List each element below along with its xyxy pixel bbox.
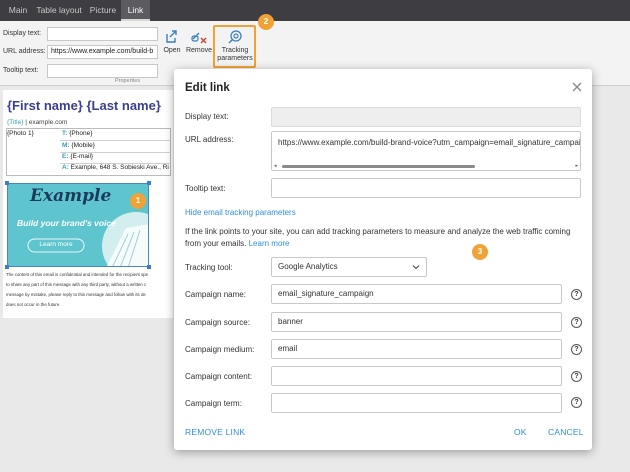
tracking-info-text: If the link points to your site, you can… — [185, 226, 581, 250]
signature-row-email[interactable]: E: {E-mail} — [62, 153, 93, 160]
disclaimer-line: The content of this email is confidentia… — [6, 272, 149, 277]
disclaimer-line: message by mistake, please reply to this… — [6, 292, 146, 297]
cancel-button[interactable]: CANCEL — [548, 427, 584, 437]
row-value: {Mobile} — [71, 142, 95, 149]
campaign-source-help-icon[interactable]: ? — [571, 317, 582, 328]
signature-title[interactable]: {Title} — [7, 119, 23, 126]
info-body: If the link points to your site, you can… — [185, 227, 571, 248]
tracking-tool-select[interactable]: Google Analytics — [271, 257, 427, 277]
hide-tracking-parameters-link[interactable]: Hide email tracking parameters — [185, 208, 296, 217]
ribbon-url-label: URL address: — [3, 48, 46, 55]
chevron-down-icon — [412, 265, 420, 270]
open-link-icon — [166, 30, 177, 43]
learn-more-link[interactable]: Learn more — [249, 239, 290, 248]
campaign-name-input[interactable]: email_signature_campaign — [271, 284, 562, 304]
signature-row-mobile[interactable]: M: {Mobile} — [62, 142, 95, 149]
dialog-title: Edit link — [185, 82, 230, 94]
tab-table-layout[interactable]: Table layout — [34, 0, 84, 21]
campaign-term-help-icon[interactable]: ? — [571, 397, 582, 408]
scrollbar-thumb[interactable] — [282, 165, 475, 168]
row-value: {E-mail} — [70, 153, 94, 160]
tracking-parameters-highlight — [213, 25, 256, 68]
callout-badge-1: 1 — [130, 193, 146, 209]
url-address-label: URL address: — [185, 135, 234, 144]
campaign-term-label: Campaign term: — [185, 399, 242, 408]
tab-picture[interactable]: Picture — [87, 0, 119, 21]
unlink-icon — [191, 32, 207, 44]
campaign-source-input[interactable]: banner — [271, 312, 562, 332]
campaign-medium-help-icon[interactable]: ? — [571, 344, 582, 355]
row-value: {Phone} — [69, 130, 93, 137]
disclaimer-line: to share any part of this message with a… — [6, 282, 147, 287]
disclaimer-line: does not occur in the future. — [6, 302, 61, 307]
scroll-left-arrow-icon[interactable]: ◂ — [274, 164, 277, 169]
signature-name[interactable]: {First name} {Last name} — [7, 98, 161, 113]
tracking-tool-value: Google Analytics — [278, 262, 338, 271]
signature-banner-image[interactable]: Example Build your brand's voice Learn m… — [7, 183, 149, 267]
remove-link-dialog-button[interactable]: REMOVE LINK — [185, 427, 245, 437]
signature-photo-placeholder[interactable]: {Photo 1} — [7, 130, 34, 137]
campaign-medium-input[interactable]: email — [271, 339, 562, 359]
callout-badge-2: 2 — [258, 14, 274, 30]
campaign-content-input[interactable] — [271, 366, 562, 386]
url-horizontal-scrollbar[interactable]: ◂ ▸ — [274, 163, 578, 169]
ribbon-tooltip-input[interactable] — [47, 64, 158, 78]
row-key: E: — [62, 153, 69, 160]
display-text-input[interactable] — [271, 107, 581, 127]
top-tab-bar: Main Table layout Picture Link — [0, 0, 630, 21]
row-key: M: — [62, 142, 70, 149]
ribbon-group-label: Properties — [115, 78, 141, 84]
campaign-source-label: Campaign source: — [185, 318, 250, 327]
campaign-term-input[interactable] — [271, 393, 562, 413]
signature-row-address[interactable]: A: Example, 648 S. Sobieski Ave., Ri — [62, 164, 172, 171]
campaign-content-label: Campaign content: — [185, 372, 253, 381]
display-text-label: Display text: — [185, 112, 229, 121]
open-label: Open — [163, 47, 181, 54]
row-key: A: — [62, 164, 69, 171]
signature-website[interactable]: example.com — [29, 119, 68, 126]
campaign-name-help-icon[interactable]: ? — [571, 289, 582, 300]
campaign-medium-label: Campaign medium: — [185, 345, 255, 354]
signature-subtitle: {Title} | example.com — [7, 119, 67, 126]
tab-main[interactable]: Main — [4, 0, 32, 21]
ribbon-display-text-input[interactable] — [47, 27, 158, 41]
tracking-tool-label: Tracking tool: — [185, 263, 233, 272]
signature-row-phone[interactable]: T: {Phone} — [62, 130, 92, 137]
ribbon-display-text-label: Display text: — [3, 30, 42, 37]
remove-label: Remove — [185, 47, 213, 54]
row-value: Example, 648 S. Sobieski Ave., Ri — [70, 164, 169, 171]
remove-link-button[interactable]: Remove — [185, 27, 213, 54]
scroll-right-arrow-icon[interactable]: ▸ — [575, 164, 578, 169]
ribbon-url-input[interactable]: https://www.example.com/build-b — [47, 45, 158, 59]
close-icon[interactable] — [570, 80, 584, 94]
banner-learn-more: Learn more — [39, 241, 73, 248]
callout-badge-3: 3 — [472, 244, 488, 260]
campaign-name-label: Campaign name: — [185, 290, 246, 299]
ribbon-tooltip-label: Tooltip text: — [3, 67, 39, 74]
row-divider — [60, 140, 171, 141]
campaign-content-help-icon[interactable]: ? — [571, 371, 582, 382]
url-address-value: https://www.example.com/build-brand-voic… — [278, 138, 581, 147]
ok-button[interactable]: OK — [514, 427, 527, 437]
open-link-button[interactable]: Open — [161, 27, 183, 54]
tooltip-text-label: Tooltip text: — [185, 184, 226, 193]
banner-tagline: Build your brand's voice — [17, 218, 116, 228]
row-key: T: — [62, 130, 68, 137]
tab-link[interactable]: Link — [121, 0, 150, 21]
banner-brand: Example — [30, 186, 112, 206]
tooltip-text-input[interactable] — [271, 178, 581, 198]
